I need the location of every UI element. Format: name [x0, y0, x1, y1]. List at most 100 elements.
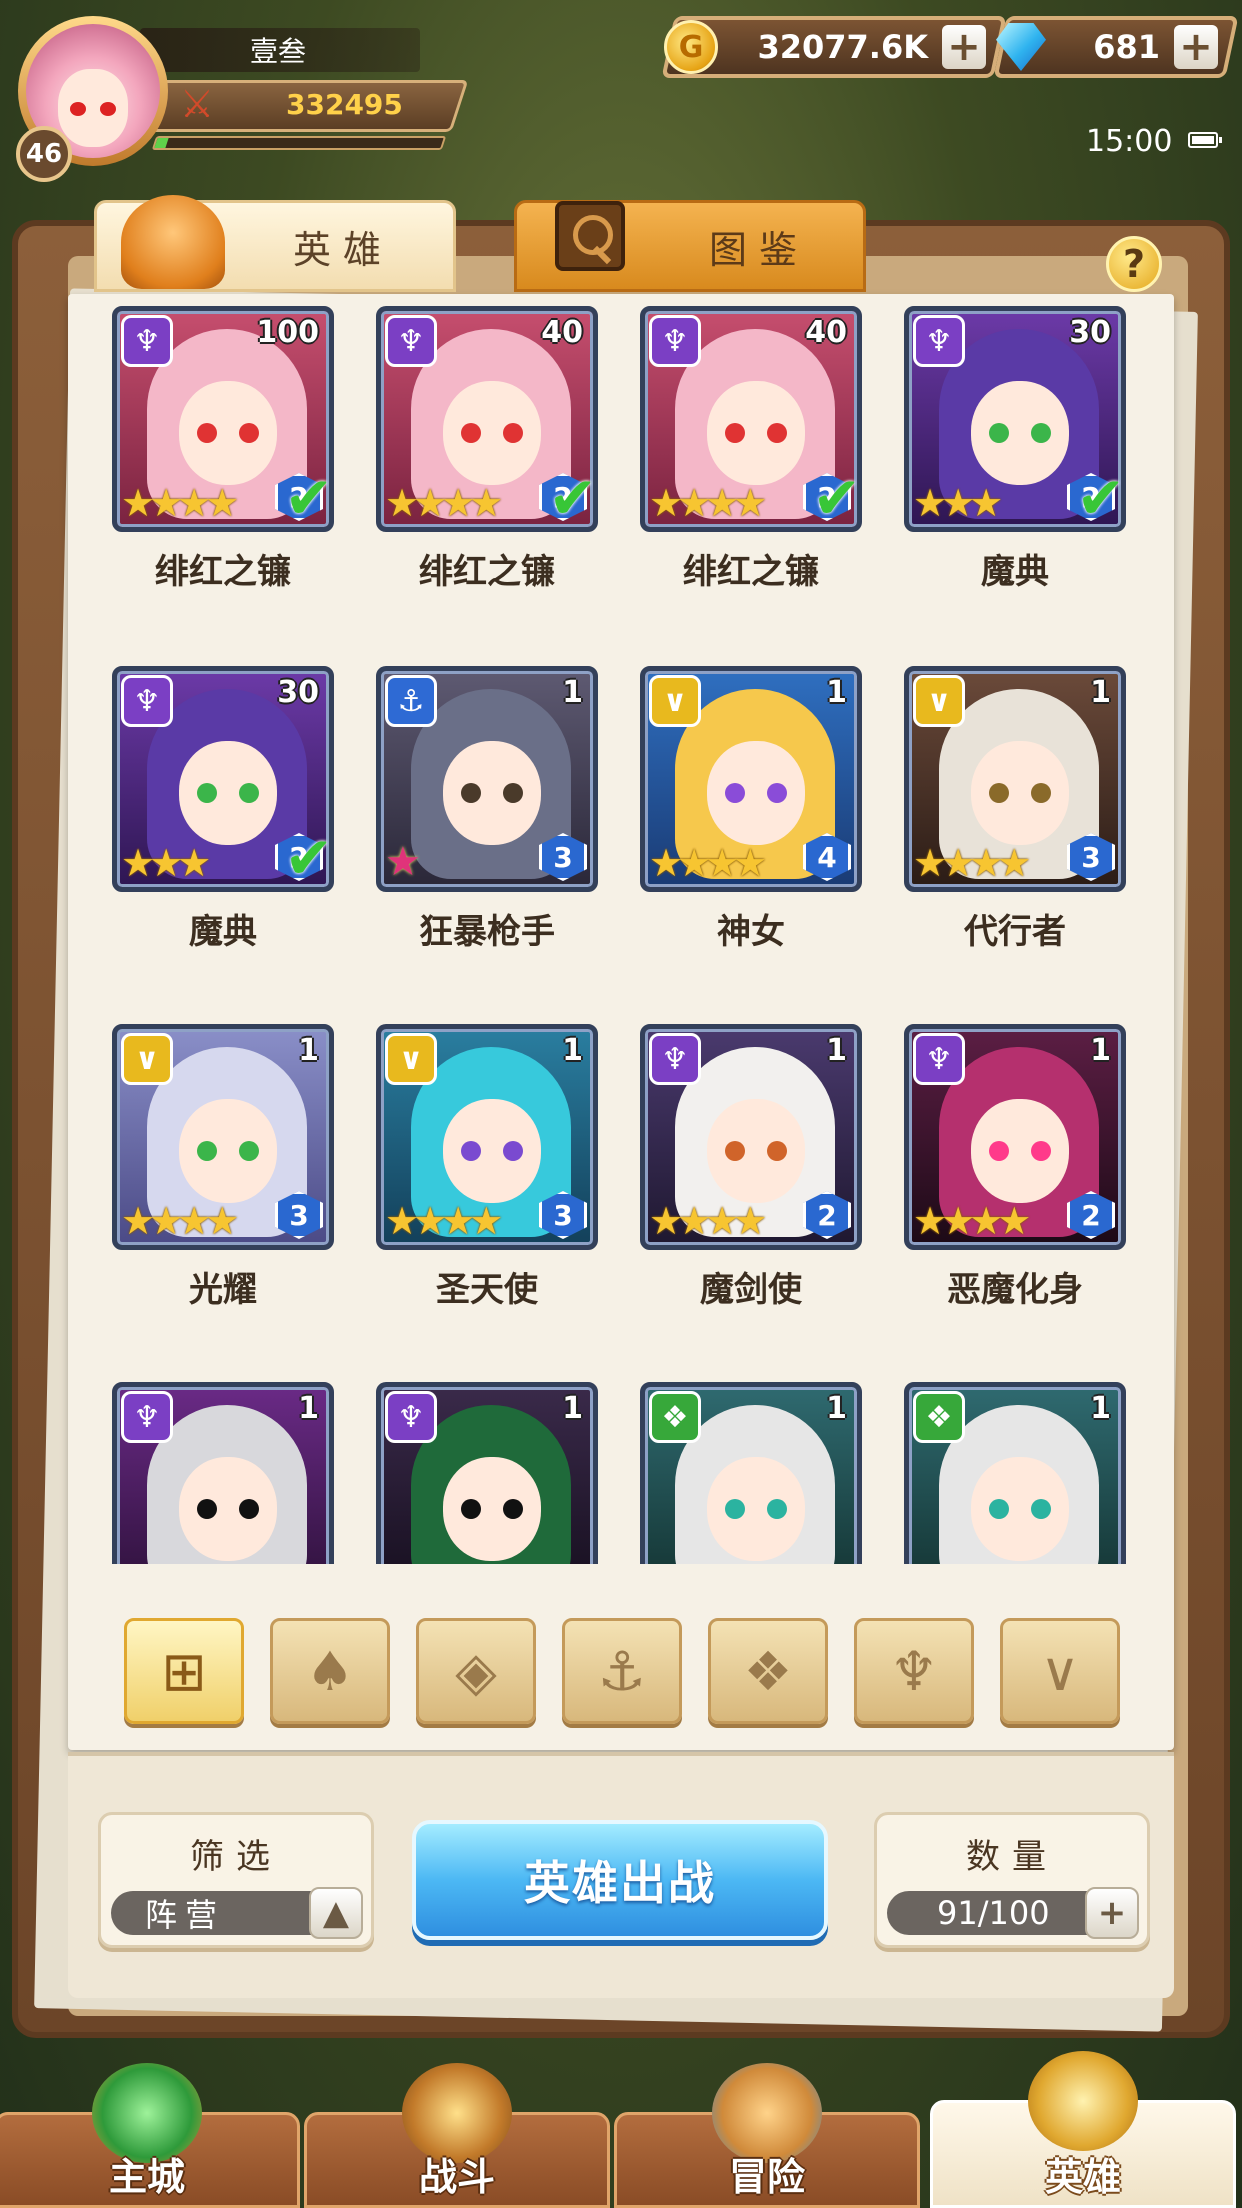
deployed-check-icon: ✔	[284, 824, 333, 892]
deployed-check-icon: ✔	[548, 464, 597, 532]
hero-card[interactable]: ∨ 1 ★★★★ 3	[904, 666, 1126, 892]
nav-label: 英雄	[1044, 2155, 1121, 2199]
nav-item-1[interactable]: 战斗	[304, 2063, 610, 2208]
exp-bar	[151, 136, 447, 150]
hero-level: 1	[562, 1391, 583, 1426]
anchor-faction-icon: ⚓	[385, 675, 437, 727]
filter-sea-button[interactable]: ⚓	[562, 1618, 682, 1724]
hero-card[interactable]: ❖ 1	[640, 1382, 862, 1564]
beast-faction-icon: ❖	[743, 1639, 793, 1703]
rainbow-star-icon: ★	[385, 839, 421, 885]
help-button[interactable]: ?	[1106, 236, 1162, 292]
hero-stars-icon: ★★★★	[649, 841, 767, 885]
nav-label: 主城	[108, 2155, 185, 2199]
filter-toggle-button[interactable]: ▲	[309, 1887, 363, 1939]
hero-name: 代行者	[964, 912, 1066, 952]
hero-stars-icon: ★★★★	[649, 481, 767, 525]
expand-capacity-button[interactable]: +	[1085, 1887, 1139, 1939]
hero-card[interactable]: ♆ 100 ★★★★ 2 ✔	[112, 306, 334, 532]
hero-level: 1	[562, 675, 583, 710]
wing-faction-icon: ∨	[121, 1033, 173, 1085]
hero-name: 魔典	[189, 912, 257, 952]
hero-card[interactable]: ♆ 30 ★★★ 2 ✔	[904, 306, 1126, 532]
hero-card[interactable]: ∨ 1 ★★★★ 3	[112, 1024, 334, 1250]
demon-faction-icon: ♆	[913, 1033, 965, 1085]
hero-count-box: 数量 91/100 +	[874, 1812, 1150, 1948]
hero-stars-icon: ★★★	[121, 841, 211, 885]
demon-faction-icon: ♆	[649, 315, 701, 367]
add-gems-button[interactable]: +	[1174, 24, 1218, 70]
demon-faction-icon: ♆	[121, 315, 173, 367]
hero-name: 狂暴枪手	[419, 912, 555, 952]
hero-card[interactable]: ♆ 1 ★★★★ 2	[904, 1024, 1126, 1250]
hero-card[interactable]: ♆ 1	[112, 1382, 334, 1564]
tab-heroes-label: 英雄	[292, 227, 393, 272]
crossed-swords-power-icon: ⚔	[180, 82, 215, 126]
player-name: 壹叁	[140, 28, 420, 72]
nav-label: 战斗	[418, 2155, 495, 2199]
hero-level: 1	[1090, 675, 1111, 710]
hero-level: 40	[541, 315, 583, 350]
diamond-icon	[996, 23, 1046, 71]
hero-level: 1	[826, 675, 847, 710]
hero-level: 30	[277, 675, 319, 710]
count-title: 数量	[966, 1837, 1058, 1877]
hero-name: 绯红之镰	[683, 552, 819, 592]
hero-level: 1	[1090, 1391, 1111, 1426]
demon-faction-icon: ♆	[385, 315, 437, 367]
hero-card[interactable]: ∨ 1 ★★★★ 3	[376, 1024, 598, 1250]
hero-stars-icon: ★★★★	[385, 1199, 503, 1243]
beast-faction-icon: ❖	[649, 1391, 701, 1443]
filter-title: 筛选	[190, 1837, 282, 1877]
filter-beast-button[interactable]: ❖	[708, 1618, 828, 1724]
count-display: 91/100 +	[887, 1887, 1139, 1939]
hero-level: 100	[256, 315, 319, 350]
hero-card[interactable]: ♆ 1 ★★★★ 2	[640, 1024, 862, 1250]
hero-level: 1	[826, 1033, 847, 1068]
filter-dark-button[interactable]: ♆	[854, 1618, 974, 1724]
gold-amount: 32077.6K	[757, 28, 928, 66]
bottom-nav: 主城 战斗 冒险 英雄	[0, 2051, 1242, 2208]
wing-faction-icon: ∨	[913, 675, 965, 727]
hero-stars-icon: ★★★★	[121, 481, 239, 525]
beast-faction-icon: ❖	[913, 1391, 965, 1443]
demon-faction-icon: ♆	[121, 1391, 173, 1443]
hero-card[interactable]: ♆ 40 ★★★★ 2 ✔	[640, 306, 862, 532]
hero-card[interactable]: ♆ 40 ★★★★ 2 ✔	[376, 306, 598, 532]
hero-card[interactable]: ♆ 1	[376, 1382, 598, 1564]
player-power: 332495	[286, 88, 403, 121]
filter-light-button[interactable]: ∨	[1000, 1618, 1120, 1724]
battery-icon	[1188, 132, 1222, 148]
diamond-faction-icon: ◈	[455, 1639, 497, 1703]
demon-faction-icon: ♆	[913, 315, 965, 367]
count-value: 91/100	[937, 1894, 1050, 1932]
nav-item-3[interactable]: 英雄	[930, 2051, 1236, 2208]
hero-card[interactable]: ∨ 1 ★★★★ 4	[640, 666, 862, 892]
filter-order-button[interactable]: ◈	[416, 1618, 536, 1724]
hero-level: 40	[805, 315, 847, 350]
player-level-badge: 46	[16, 126, 72, 182]
hero-level: 1	[298, 1033, 319, 1068]
leaf-faction-icon: ♠	[305, 1639, 355, 1703]
hero-name: 绯红之镰	[419, 552, 555, 592]
filter-all-button[interactable]: ⊞	[124, 1618, 244, 1724]
tab-heroes[interactable]: 英雄	[94, 195, 456, 292]
nav-item-2[interactable]: 冒险	[614, 2063, 920, 2208]
hero-level: 1	[1090, 1033, 1111, 1068]
hero-card[interactable]: ⚓ 1 ★ 3	[376, 666, 598, 892]
demon-faction-icon: ♆	[649, 1033, 701, 1085]
anchor-faction-icon: ⚓	[597, 1639, 647, 1703]
hero-name: 光耀	[189, 1270, 257, 1310]
wing-faction-icon: ∨	[649, 675, 701, 727]
nav-item-0[interactable]: 主城	[0, 2063, 300, 2208]
filter-select[interactable]: 阵营 ▲	[111, 1887, 363, 1939]
hero-level: 1	[562, 1033, 583, 1068]
hero-stars-icon: ★★★★	[913, 841, 1031, 885]
hero-name: 魔剑使	[700, 1270, 802, 1310]
deploy-heroes-button[interactable]: 英雄出战	[412, 1820, 828, 1940]
filter-nature-button[interactable]: ♠	[270, 1618, 390, 1724]
hero-card[interactable]: ♆ 30 ★★★ 2 ✔	[112, 666, 334, 892]
hero-card[interactable]: ❖ 1	[904, 1382, 1126, 1564]
add-gold-button[interactable]: +	[942, 24, 986, 70]
tab-codex[interactable]: 图鉴	[514, 200, 866, 292]
